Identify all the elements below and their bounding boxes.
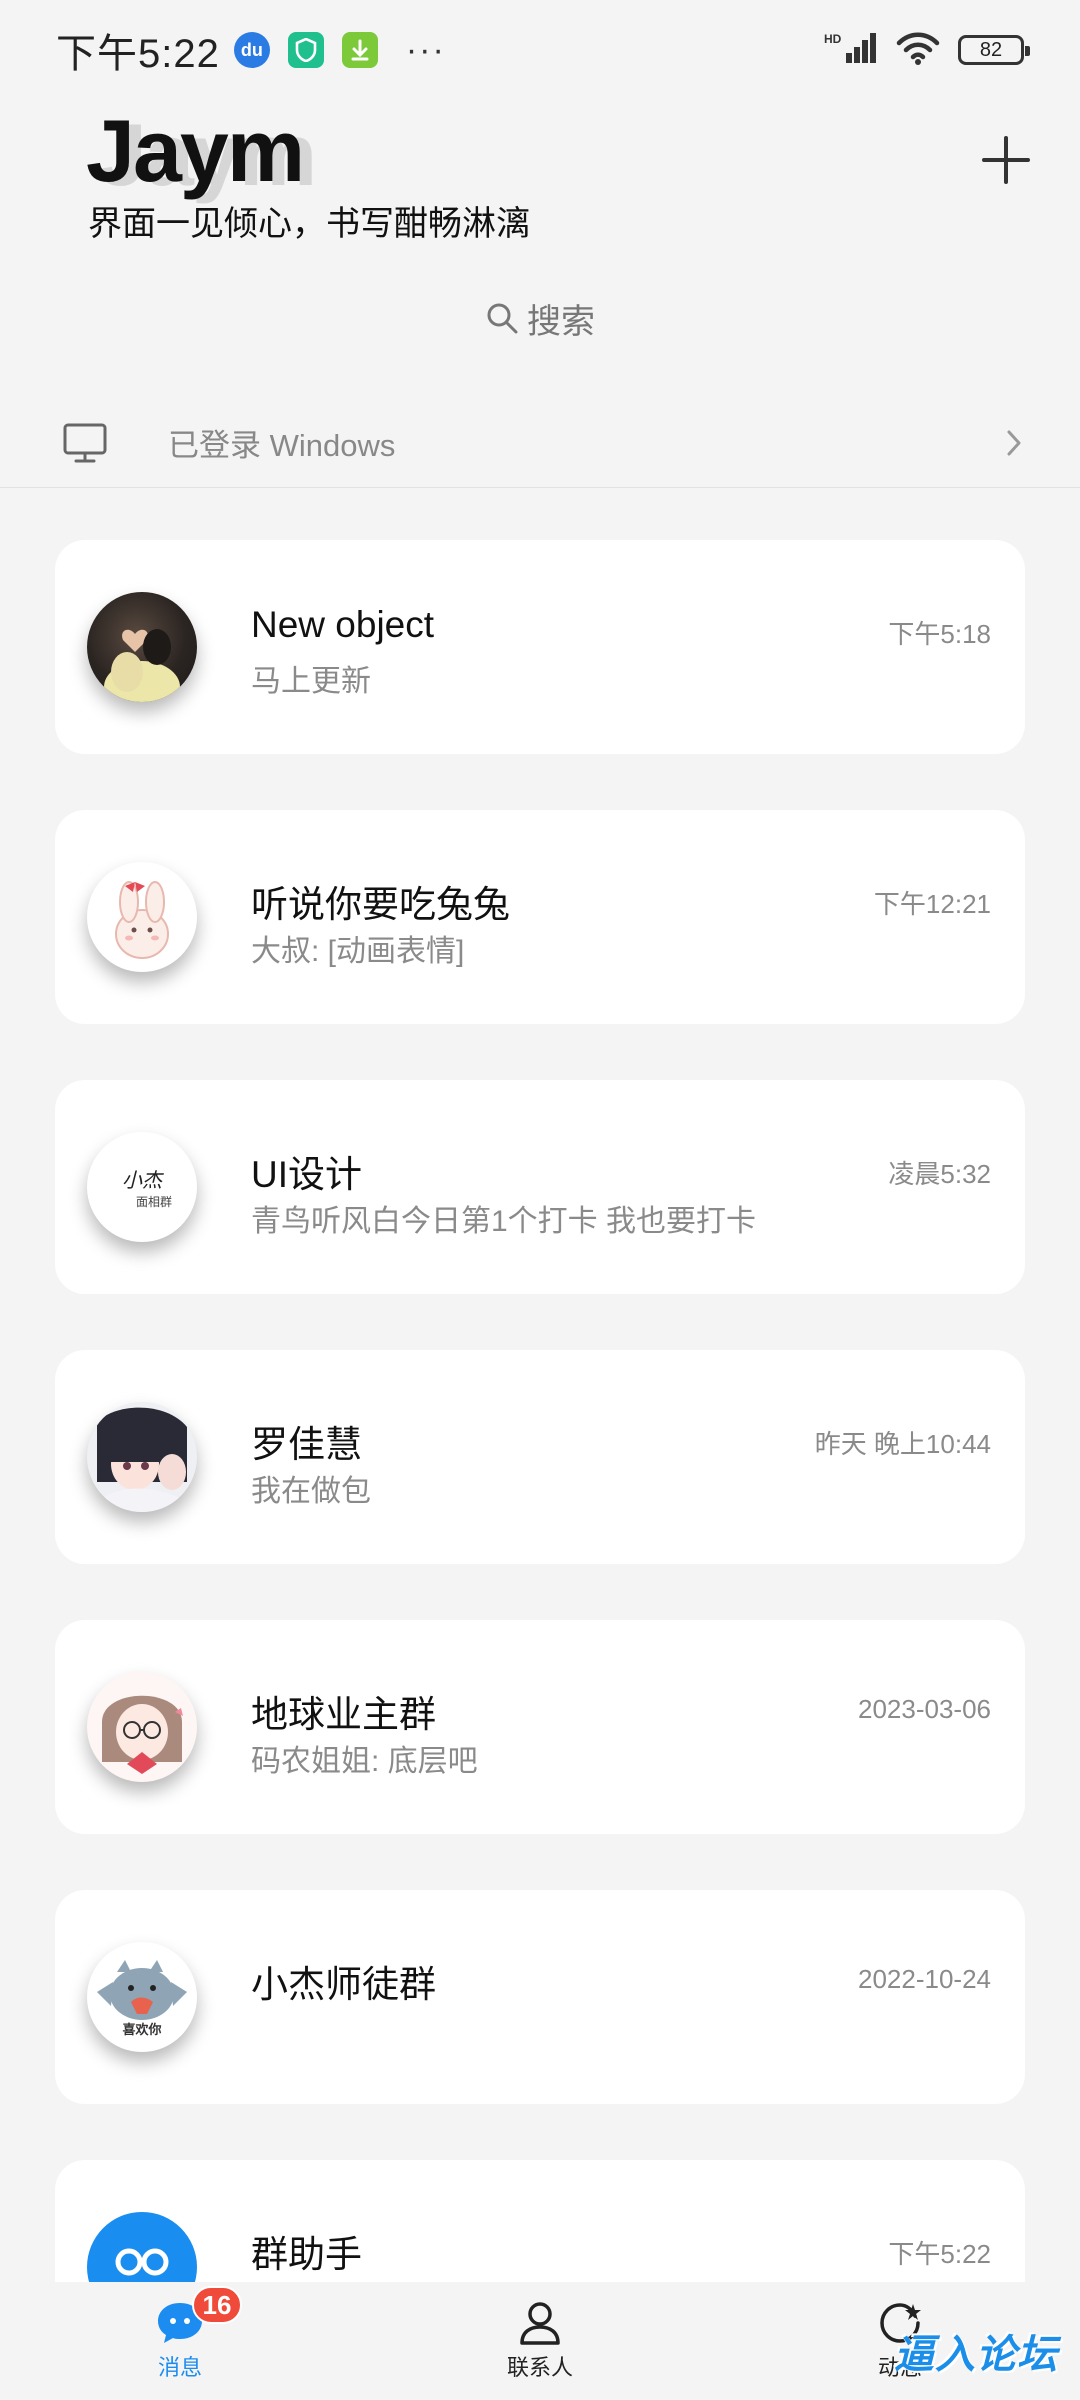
chat-preview: 青鸟听风白今日第1个打卡 我也要打卡 xyxy=(251,1205,757,1238)
download-app-icon xyxy=(341,32,378,68)
avatar xyxy=(87,1672,197,1782)
chat-time: 凌晨5:32 xyxy=(888,1159,991,1189)
avatar: 喜欢你 xyxy=(87,1942,197,2052)
tab-label: 联系人 xyxy=(506,2355,573,2380)
chat-item[interactable]: 小杰 面相群 UI设计 青鸟听风白今日第1个打卡 我也要打卡 凌晨5:32 xyxy=(55,1080,1025,1294)
tab-label: 消息 xyxy=(157,2355,202,2380)
svg-text:HD: HD xyxy=(824,32,842,46)
search-placeholder: 搜索 xyxy=(527,302,595,341)
chat-time: 昨天 晚上10:44 xyxy=(814,1429,991,1459)
chat-item[interactable]: 地球业主群 码农姐姐: 底层吧 2023-03-06 xyxy=(55,1620,1025,1834)
chat-item[interactable]: 听说你要吃兔兔 大叔: [动画表情] 下午12:21 xyxy=(55,810,1025,1024)
du-app-label: du xyxy=(240,39,263,60)
chat-item[interactable]: 喜欢你 小杰师徒群 2022-10-24 xyxy=(55,1890,1025,2104)
status-bar: 下午5:22 du ··· HD 82 xyxy=(0,0,1080,100)
chat-name: 听说你要吃兔兔 xyxy=(251,884,510,925)
header: Jaym 界面一见倾心，书写酣畅淋漓 xyxy=(0,100,1080,260)
search-bar[interactable]: 搜索 xyxy=(0,290,1080,346)
chat-item[interactable]: New object 马上更新 下午5:18 xyxy=(55,540,1025,754)
signal-icon: HD xyxy=(824,31,878,70)
chat-time: 下午5:18 xyxy=(888,619,991,649)
avatar-subtext: 面相群 xyxy=(135,1195,172,1209)
battery-icon: 82 xyxy=(958,35,1030,65)
chat-preview: 大叔: [动画表情] xyxy=(251,935,465,968)
chat-name: 罗佳慧 xyxy=(251,1424,362,1465)
avatar-text: 喜欢你 xyxy=(122,2022,162,2037)
tab-contacts[interactable]: 联系人 xyxy=(360,2282,720,2400)
chat-name: New object xyxy=(251,604,435,645)
plus-icon xyxy=(982,136,1030,184)
chat-name: UI设计 xyxy=(251,1154,362,1195)
chat-time: 下午5:22 xyxy=(888,2239,991,2269)
chat-name: 地球业主群 xyxy=(251,1694,436,1735)
add-button[interactable] xyxy=(976,130,1036,190)
avatar-text: 小杰 xyxy=(122,1168,162,1192)
monitor-icon xyxy=(63,423,107,462)
avatar xyxy=(87,2212,197,2282)
status-indicators: HD 82 xyxy=(824,31,1030,70)
du-app-icon: du xyxy=(233,32,270,68)
chat-name: 群助手 xyxy=(251,2234,362,2275)
status-app-icons: du ··· xyxy=(233,30,446,70)
shield-app-icon xyxy=(287,32,324,68)
chevron-right-icon xyxy=(1007,430,1021,455)
search-icon xyxy=(487,303,518,334)
status-time: 下午5:22 xyxy=(56,32,220,76)
battery-level: 82 xyxy=(979,38,1003,61)
chat-time: 2022-10-24 xyxy=(858,1964,991,1994)
wifi-icon xyxy=(896,31,940,70)
unread-badge: 16 xyxy=(192,2286,242,2324)
avatar: 小杰 面相群 xyxy=(87,1132,197,1242)
avatar xyxy=(87,1402,197,1512)
chat-item[interactable]: 罗佳慧 我在做包 昨天 晚上10:44 xyxy=(55,1350,1025,1564)
windows-login-label: 已登录 Windows xyxy=(168,428,396,463)
group-assistant-icon xyxy=(115,2248,169,2276)
windows-login-row[interactable]: 已登录 Windows xyxy=(0,398,1080,488)
chat-item[interactable]: 群助手 下午5:22 xyxy=(55,2160,1025,2282)
chat-preview: 码农姐姐: 底层吧 xyxy=(251,1745,478,1778)
person-icon xyxy=(520,2302,560,2345)
chat-preview: 马上更新 xyxy=(251,665,371,698)
tab-messages[interactable]: 16 消息 xyxy=(0,2282,360,2400)
chat-name: 小杰师徒群 xyxy=(251,1964,436,2005)
chat-preview: 我在做包 xyxy=(251,1475,371,1508)
status-more-icon: ··· xyxy=(405,30,446,69)
chat-list: New object 马上更新 下午5:18 听说你要吃兔兔 大叔: [动画表情… xyxy=(0,540,1080,2282)
avatar xyxy=(87,592,197,702)
app-title: Jaym xyxy=(86,101,305,200)
chat-time: 下午12:21 xyxy=(873,889,991,919)
forum-watermark: 逼入论坛 xyxy=(894,2333,1058,2377)
app-subtitle: 界面一见倾心，书写酣畅淋漓 xyxy=(88,205,530,243)
avatar xyxy=(87,862,197,972)
chat-time: 2023-03-06 xyxy=(858,1694,991,1724)
